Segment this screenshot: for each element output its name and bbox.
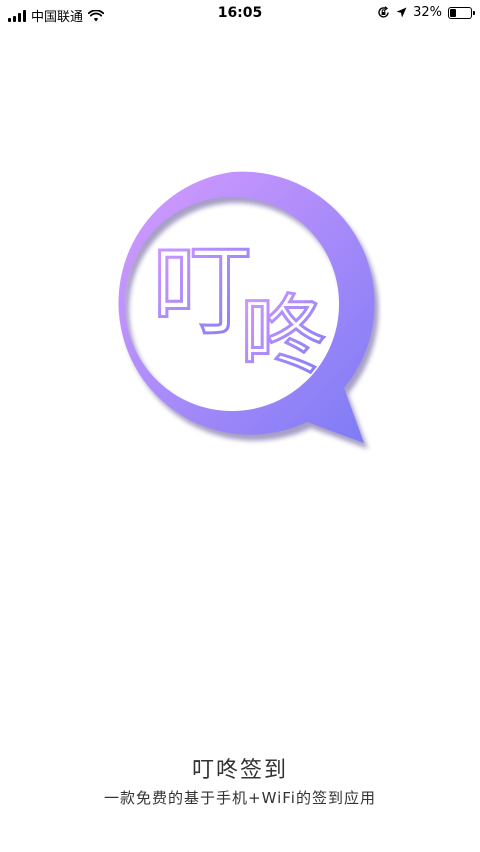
app-subtitle: 一款免费的基于手机+WiFi的签到应用 bbox=[104, 789, 376, 807]
battery-icon bbox=[448, 6, 475, 19]
location-arrow-icon bbox=[396, 7, 407, 18]
battery-level-fill bbox=[450, 8, 457, 17]
app-title: 叮咚签到 bbox=[191, 758, 288, 783]
orientation-lock-icon bbox=[378, 6, 389, 18]
logo-char-dong: 咚 bbox=[240, 286, 326, 386]
battery-percent: 32% bbox=[413, 5, 442, 20]
app-logo: 叮 咚 bbox=[118, 171, 379, 449]
status-bar-right: 32% bbox=[377, 5, 475, 20]
logo-char-ding: 叮 bbox=[152, 232, 252, 349]
splash-screen: 中国联通 16:05 32% 叮 咚 叮咚签到 一款免费的基于手机+WiFi的签… bbox=[0, 0, 480, 852]
status-bar: 中国联通 16:05 32% bbox=[0, 0, 480, 30]
